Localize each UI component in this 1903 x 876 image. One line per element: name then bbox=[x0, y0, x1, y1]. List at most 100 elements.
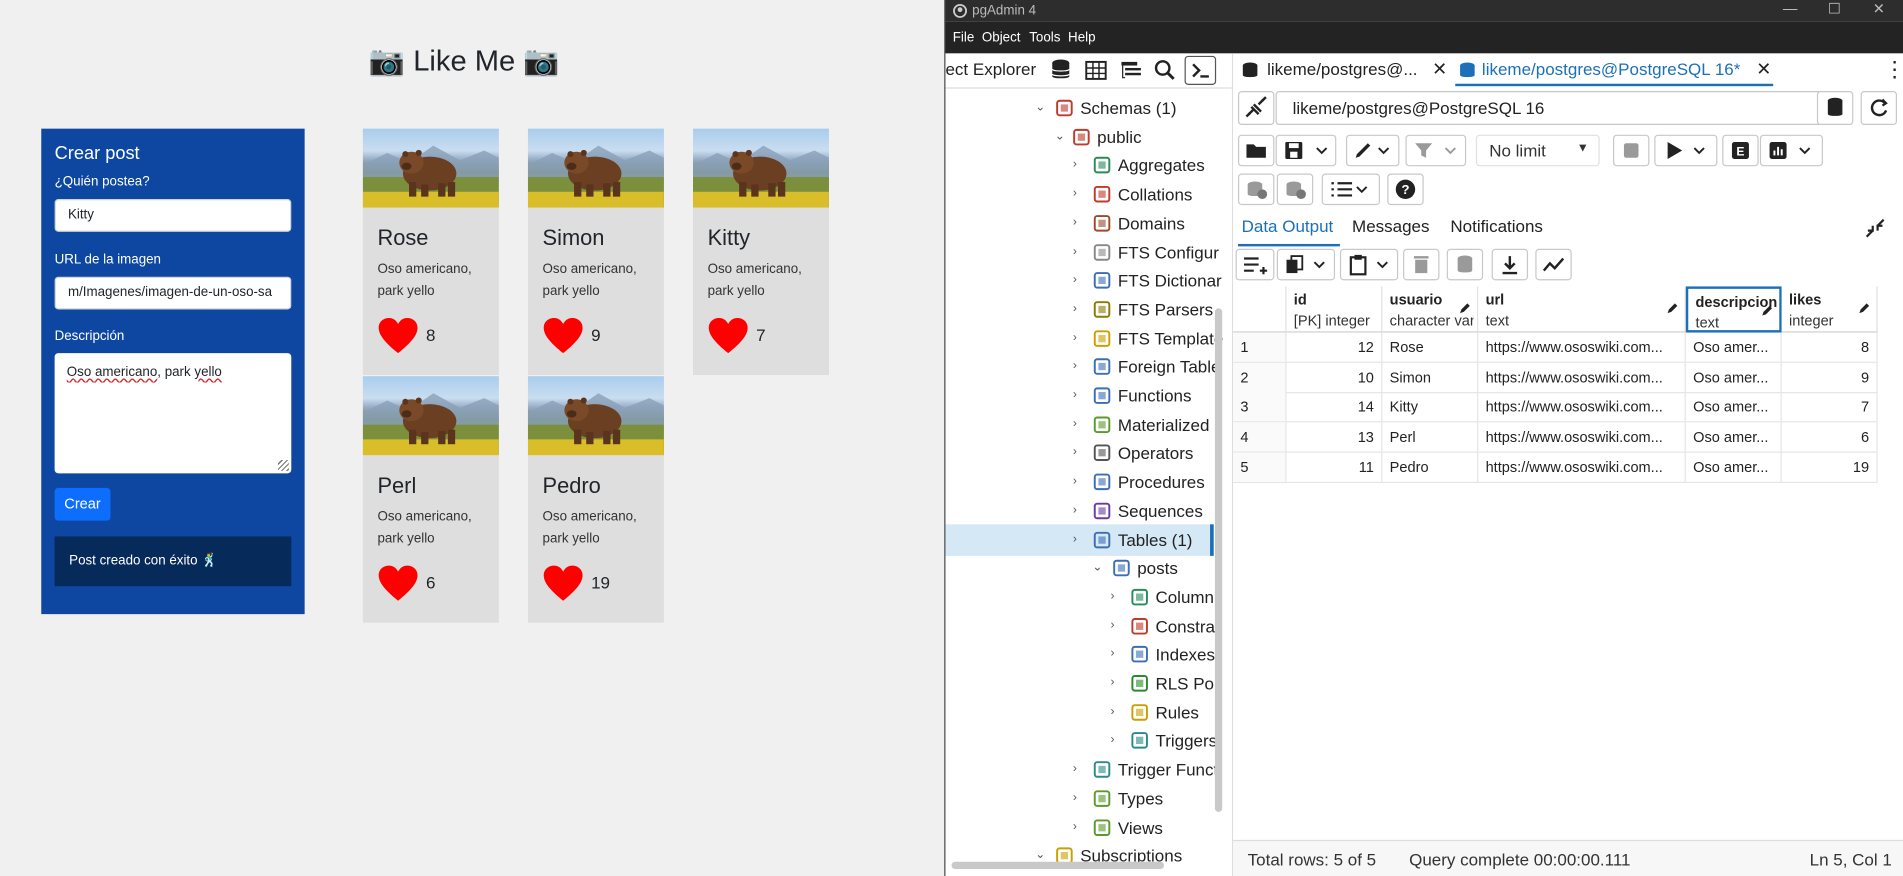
table-cell[interactable]: https://www.ososwiki.com... bbox=[1478, 452, 1686, 482]
copy-button[interactable] bbox=[1276, 248, 1336, 281]
row-number[interactable]: 2 bbox=[1233, 362, 1287, 392]
chevron-right-icon[interactable]: › bbox=[1111, 647, 1123, 660]
tree-item[interactable]: › FTS Dictionar bbox=[945, 268, 1231, 296]
table-cell[interactable]: 19 bbox=[1782, 452, 1878, 482]
table-cell[interactable]: Oso amer... bbox=[1686, 332, 1782, 362]
tree-item[interactable]: › Column bbox=[945, 585, 1231, 613]
minimize-icon[interactable]: — bbox=[1783, 0, 1798, 17]
url-input[interactable]: m/Imagenes/imagen-de-un-oso-sa bbox=[54, 276, 292, 310]
tree-item[interactable]: › Procedures bbox=[945, 470, 1231, 498]
chevron-right-icon[interactable]: › bbox=[1111, 590, 1123, 603]
chevron-right-icon[interactable]: › bbox=[1073, 762, 1085, 775]
explain-analyze-button[interactable] bbox=[1759, 134, 1823, 167]
table-cell[interactable]: 14 bbox=[1287, 392, 1383, 422]
chevron-right-icon[interactable]: › bbox=[1073, 360, 1085, 373]
save-file-button[interactable] bbox=[1275, 134, 1337, 167]
chevron-right-icon[interactable]: › bbox=[1073, 820, 1085, 833]
chevron-down-icon[interactable]: ⌄ bbox=[1055, 129, 1067, 142]
description-textarea[interactable]: Oso americano, park yello bbox=[54, 353, 292, 474]
column-header[interactable]: url text bbox=[1478, 286, 1686, 333]
column-header[interactable]: id [PK] integer bbox=[1286, 286, 1383, 333]
delete-button[interactable] bbox=[1403, 248, 1440, 281]
menu-object[interactable]: Object bbox=[982, 30, 1021, 45]
table-cell[interactable]: https://www.ososwiki.com... bbox=[1478, 362, 1686, 392]
chevron-right-icon[interactable]: › bbox=[1073, 503, 1085, 516]
chevron-right-icon[interactable]: › bbox=[1073, 475, 1085, 488]
menu-tools[interactable]: Tools bbox=[1029, 30, 1060, 45]
column-header[interactable]: descripcion text bbox=[1685, 286, 1782, 333]
chevron-right-icon[interactable]: › bbox=[1111, 618, 1123, 631]
chevron-right-icon[interactable]: › bbox=[1073, 417, 1085, 430]
table-cell[interactable]: 7 bbox=[1782, 392, 1878, 422]
tree-item[interactable]: › Functions bbox=[945, 384, 1231, 412]
table-cell[interactable]: 6 bbox=[1782, 422, 1878, 452]
menu-file[interactable]: File bbox=[953, 30, 975, 45]
limit-select[interactable]: No limit ▼ bbox=[1475, 134, 1600, 167]
chevron-right-icon[interactable]: › bbox=[1073, 388, 1085, 401]
database-icon[interactable] bbox=[1047, 57, 1074, 84]
grid-icon[interactable] bbox=[1083, 57, 1110, 84]
table-row[interactable]: 2 10 Simon https://www.ososwiki.com... Oso a… bbox=[1233, 362, 1878, 393]
heart-icon[interactable] bbox=[708, 317, 749, 356]
save-data-button[interactable] bbox=[1446, 248, 1484, 281]
table-cell[interactable]: https://www.ososwiki.com... bbox=[1478, 392, 1686, 422]
chevron-right-icon[interactable]: › bbox=[1073, 273, 1085, 286]
add-row-button[interactable] bbox=[1235, 248, 1275, 281]
tree-item[interactable]: › Types bbox=[945, 786, 1231, 814]
tree-item[interactable]: › Tables (1) bbox=[945, 527, 1231, 555]
tree-item[interactable]: › RLS Pol bbox=[945, 671, 1231, 699]
resize-grip-icon[interactable] bbox=[277, 459, 289, 471]
table-cell[interactable]: https://www.ososwiki.com... bbox=[1478, 332, 1686, 362]
chevron-right-icon[interactable]: › bbox=[1073, 532, 1085, 545]
stop-button[interactable] bbox=[1613, 134, 1650, 167]
tab-data-output[interactable]: Data Output bbox=[1242, 216, 1334, 235]
tree-item[interactable]: › Triggers bbox=[945, 729, 1231, 757]
row-number[interactable]: 1 bbox=[1233, 332, 1287, 362]
new-connection-button[interactable] bbox=[1816, 91, 1854, 126]
table-cell[interactable]: 10 bbox=[1287, 362, 1383, 392]
tree-item[interactable]: ⌄ Schemas (1) bbox=[945, 96, 1231, 124]
tree-item[interactable]: › Trigger Funct bbox=[945, 757, 1231, 785]
macros-button[interactable] bbox=[1321, 173, 1380, 206]
row-number[interactable]: 5 bbox=[1233, 452, 1287, 482]
edit-column-icon[interactable] bbox=[1857, 301, 1872, 316]
chevron-right-icon[interactable]: › bbox=[1073, 331, 1085, 344]
column-header[interactable]: likes integer bbox=[1781, 286, 1878, 333]
chevron-right-icon[interactable]: › bbox=[1073, 446, 1085, 459]
tree-item[interactable]: › Materialized bbox=[945, 412, 1231, 440]
rollback-button[interactable] bbox=[1276, 173, 1314, 206]
menu-help[interactable]: Help bbox=[1068, 30, 1095, 45]
heart-icon[interactable] bbox=[543, 564, 584, 603]
explain-button[interactable]: E bbox=[1722, 134, 1759, 167]
more-options-icon[interactable]: ⋮ bbox=[1884, 57, 1903, 82]
table-cell[interactable]: Oso amer... bbox=[1686, 422, 1782, 452]
edit-column-icon[interactable] bbox=[1760, 303, 1775, 318]
close-tab-icon[interactable]: ✕ bbox=[1432, 58, 1447, 80]
search-icon[interactable] bbox=[1152, 57, 1179, 84]
horizontal-scrollbar[interactable] bbox=[951, 861, 1164, 870]
table-row[interactable]: 3 14 Kitty https://www.ososwiki.com... Oso a… bbox=[1233, 392, 1878, 423]
open-file-button[interactable] bbox=[1237, 134, 1275, 167]
tree-item[interactable]: › Aggregates bbox=[945, 153, 1231, 181]
close-tab-icon[interactable]: ✕ bbox=[1756, 58, 1771, 80]
column-header[interactable]: usuario character vary bbox=[1382, 286, 1479, 333]
heart-icon[interactable] bbox=[377, 564, 418, 603]
chevron-right-icon[interactable]: › bbox=[1073, 791, 1085, 804]
tree-item[interactable]: › Views bbox=[945, 815, 1231, 843]
row-number[interactable]: 3 bbox=[1233, 392, 1287, 422]
table-cell[interactable]: Simon bbox=[1382, 362, 1479, 392]
filter-button[interactable] bbox=[1405, 134, 1467, 167]
table-cell[interactable]: 12 bbox=[1287, 332, 1383, 362]
table-cell[interactable]: Pedro bbox=[1382, 452, 1479, 482]
edit-button[interactable] bbox=[1345, 134, 1400, 167]
tree-item[interactable]: › Constra bbox=[945, 614, 1231, 642]
create-button[interactable]: Crear bbox=[54, 487, 111, 521]
chevron-right-icon[interactable]: › bbox=[1073, 302, 1085, 315]
chevron-down-icon[interactable]: ⌄ bbox=[1092, 561, 1104, 574]
table-cell[interactable]: Oso amer... bbox=[1686, 452, 1782, 482]
tree-item[interactable]: › Operators bbox=[945, 441, 1231, 469]
table-cell[interactable]: 13 bbox=[1287, 422, 1383, 452]
psql-tool-icon[interactable] bbox=[1184, 55, 1217, 85]
heart-icon[interactable] bbox=[377, 317, 418, 356]
close-window-icon[interactable]: ✕ bbox=[1873, 0, 1885, 17]
